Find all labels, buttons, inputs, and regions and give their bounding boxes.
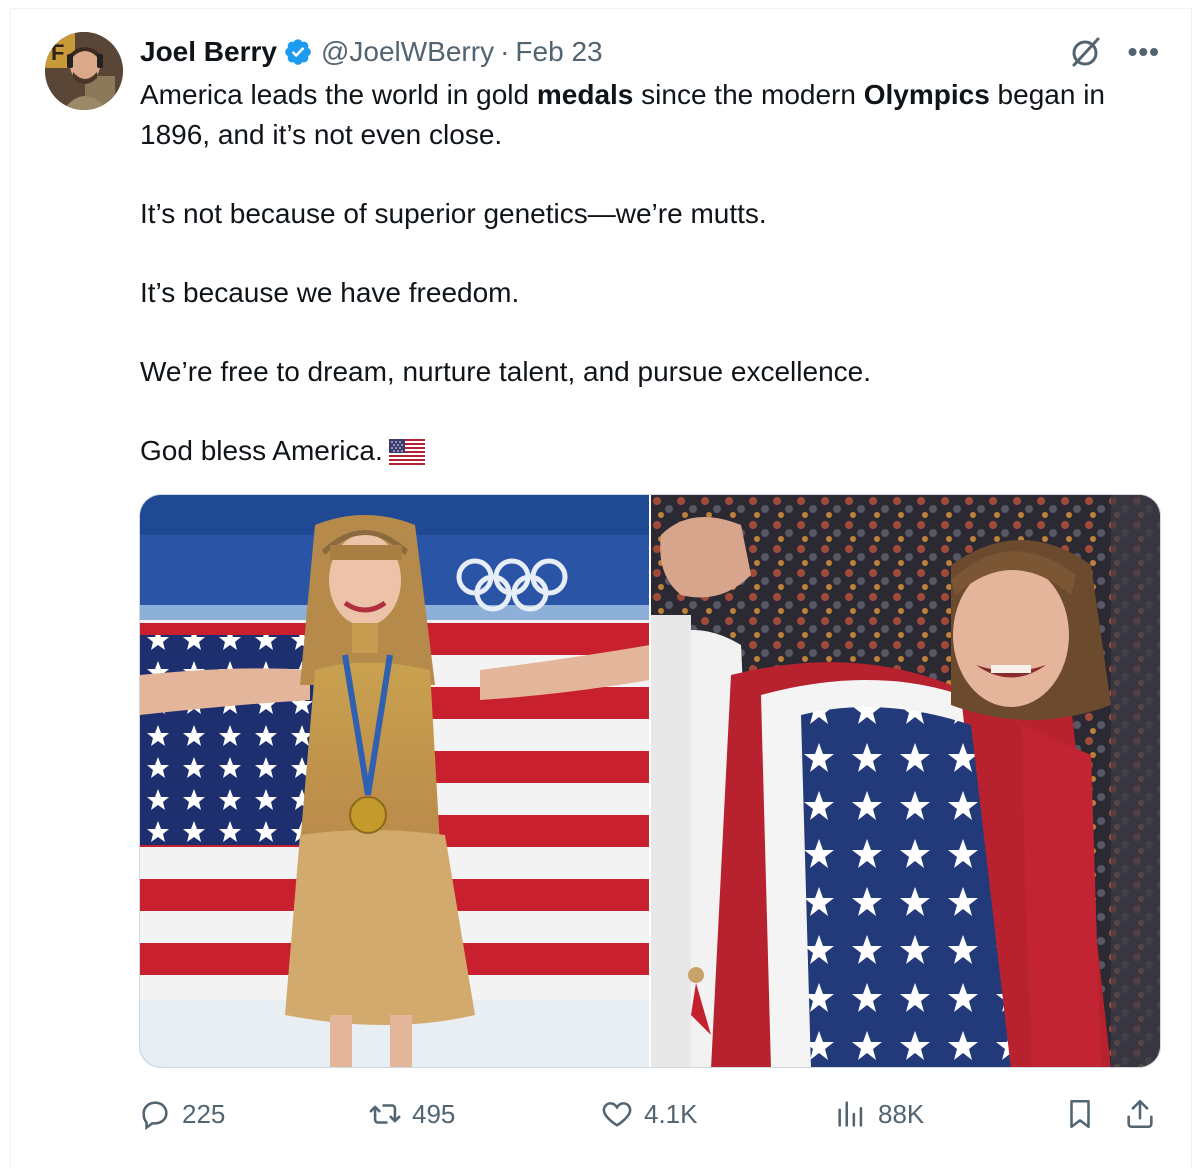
tweet-date[interactable]: Feb 23: [515, 36, 602, 68]
heart-icon: [602, 1102, 632, 1127]
views-chart-icon: [838, 1101, 863, 1127]
author-handle[interactable]: @JoelWBerry: [321, 36, 494, 68]
separator-dot: ·: [500, 36, 510, 67]
tweet-paragraph-1: America leads the world in gold medals s…: [140, 79, 1105, 150]
author-avatar[interactable]: F: [45, 32, 123, 110]
reply-icon: [142, 1101, 168, 1131]
tweet-action-bar: 225 495 4.1K 88K: [138, 1092, 1168, 1136]
bookmark-icon: [1070, 1099, 1090, 1129]
repost-count: 495: [412, 1098, 456, 1129]
hockey-player-photo[interactable]: [651, 495, 1160, 1067]
tweet-header: Joel Berry @JoelWBerry · Feb 23: [140, 32, 603, 72]
tweet-paragraph-2: It’s not because of superior genetics—we…: [140, 197, 767, 229]
tweet-top-actions: •••: [1068, 34, 1160, 70]
reply-count: 225: [182, 1098, 226, 1129]
share-icon: [1127, 1099, 1153, 1129]
grok-icon[interactable]: [1068, 34, 1104, 70]
keyword-olympics[interactable]: Olympics: [864, 79, 990, 110]
tweet-media-grid: [139, 494, 1161, 1068]
tweet-paragraph-3: It’s because we have freedom.: [140, 276, 520, 308]
reply-button[interactable]: 225: [138, 1092, 225, 1136]
figure-skater-photo[interactable]: [140, 495, 649, 1067]
like-button[interactable]: 4.1K: [600, 1092, 698, 1136]
author-name[interactable]: Joel Berry: [140, 36, 277, 68]
more-options-icon[interactable]: •••: [1128, 38, 1160, 66]
share-button[interactable]: [1123, 1092, 1157, 1136]
bookmark-button[interactable]: [1063, 1092, 1097, 1136]
views-button[interactable]: 88K: [834, 1092, 924, 1136]
tweet-paragraph-5: God bless America.: [140, 431, 1170, 471]
verified-badge-icon: [285, 39, 311, 65]
repost-icon: [369, 1104, 401, 1124]
tweet-paragraph-4: We’re free to dream, nurture talent, and…: [140, 355, 871, 387]
repost-button[interactable]: 495: [368, 1092, 455, 1136]
view-count: 88K: [878, 1098, 925, 1129]
tweet-text: America leads the world in gold medals s…: [140, 75, 1170, 470]
like-count: 4.1K: [644, 1098, 698, 1129]
us-flag-emoji-icon: [388, 439, 425, 466]
keyword-medals[interactable]: medals: [537, 79, 634, 110]
